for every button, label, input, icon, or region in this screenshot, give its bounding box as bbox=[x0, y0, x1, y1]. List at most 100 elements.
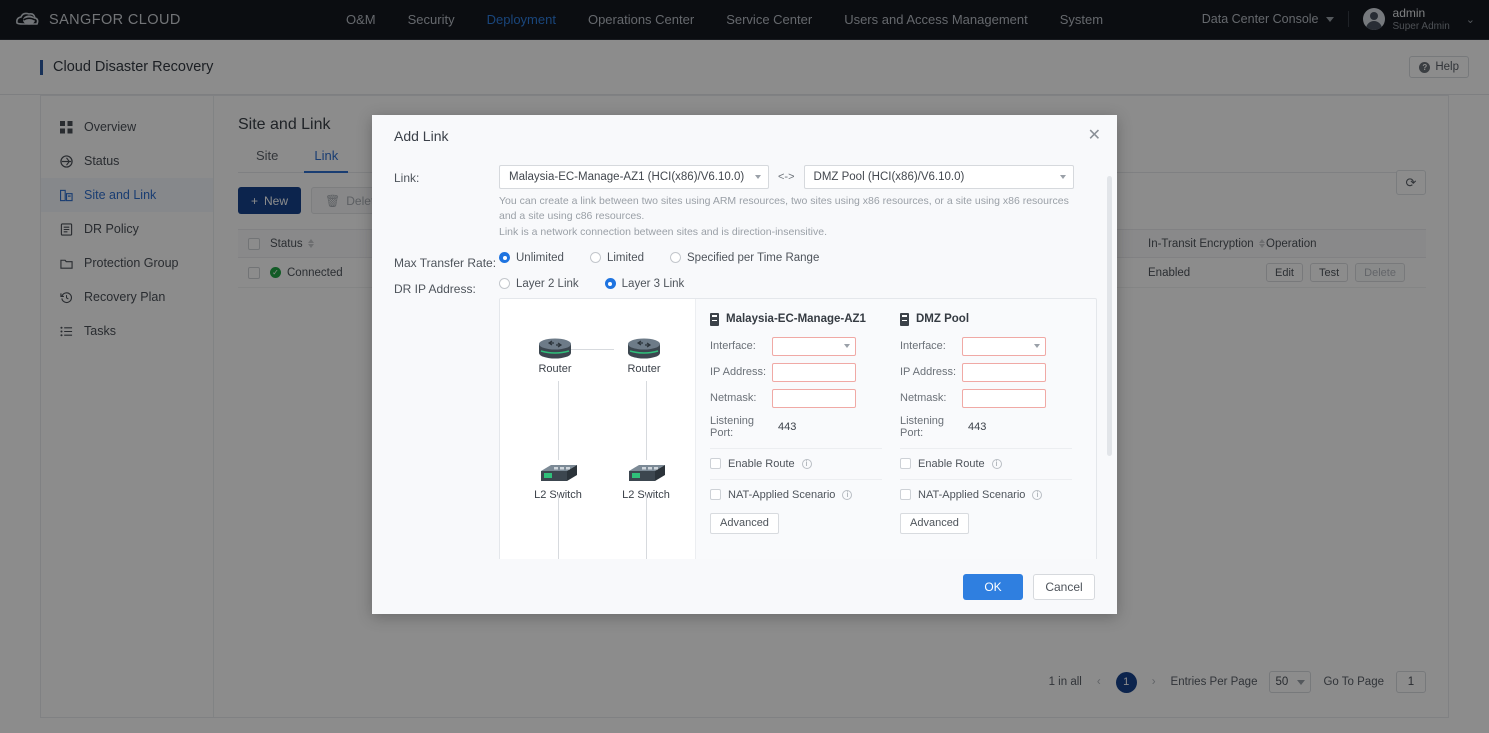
listening-port-value: 443 bbox=[968, 420, 987, 433]
router-icon bbox=[628, 338, 660, 359]
site-name: DMZ Pool bbox=[916, 313, 970, 326]
diagram-node-label: Router bbox=[627, 362, 661, 375]
radio-layer-3-link[interactable]: Layer 3 Link bbox=[604, 278, 684, 290]
dr-ip-address-control: Layer 2 Link Layer 3 Link Router Router … bbox=[499, 276, 1097, 559]
site-config-column-source: Malaysia-EC-Manage-AZ1 Interface: IP Add… bbox=[710, 312, 886, 559]
chevron-down-icon bbox=[755, 175, 761, 179]
listening-port-row: Listening Port: 443 bbox=[710, 415, 886, 439]
enable-route-checkbox[interactable] bbox=[710, 458, 721, 470]
vertical-link-left bbox=[558, 380, 559, 460]
listening-port-label: Listening Port: bbox=[710, 414, 755, 439]
radio-label: Layer 2 Link bbox=[516, 277, 579, 290]
radio-label: Limited bbox=[606, 251, 645, 264]
add-link-dialog: Add Link ✕ Link: Malaysia-EC-Manage-AZ1 … bbox=[372, 115, 1117, 614]
dialog-footer: OK Cancel bbox=[372, 559, 1117, 614]
max-transfer-rate-row: Max Transfer Rate: Unlimited Limited Spe… bbox=[394, 250, 1097, 270]
server-icon bbox=[710, 312, 719, 326]
radio-unlimited[interactable]: Unlimited bbox=[499, 252, 564, 264]
network-topology-diagram: Router Router L2 Switch L2 Switch bbox=[500, 298, 696, 559]
ip-address-input[interactable] bbox=[962, 362, 1046, 382]
listening-port-label: Listening Port: bbox=[900, 414, 945, 439]
dr-ip-address-row: DR IP Address: Layer 2 Link Layer 3 Link bbox=[394, 276, 1097, 559]
listening-port-value: 443 bbox=[778, 420, 797, 433]
interface-label: Interface: bbox=[900, 340, 946, 353]
server-icon bbox=[900, 312, 909, 326]
dialog-title: Add Link bbox=[394, 128, 449, 144]
vertical-link-left-bottom bbox=[558, 493, 559, 559]
radio-marker bbox=[670, 252, 682, 264]
ip-address-input[interactable] bbox=[772, 362, 856, 382]
link-config-panel: Router Router L2 Switch L2 Switch Malays… bbox=[499, 297, 1097, 559]
link-hint-line-2: Link is a network connection between sit… bbox=[499, 226, 828, 239]
switch-icon bbox=[629, 464, 665, 481]
link-field-label: Link: bbox=[394, 171, 420, 185]
vertical-link-right bbox=[646, 380, 647, 460]
enable-route-checkbox[interactable] bbox=[900, 458, 911, 470]
divider bbox=[900, 447, 1072, 449]
netmask-row: Netmask: bbox=[900, 388, 1076, 408]
interface-select[interactable] bbox=[772, 336, 856, 356]
max-transfer-rate-radios: Unlimited Limited Specified per Time Ran… bbox=[499, 250, 1097, 264]
dialog-body: Link: Malaysia-EC-Manage-AZ1 (HCI(x86)/V… bbox=[372, 157, 1117, 559]
divider bbox=[900, 478, 1072, 480]
divider bbox=[710, 447, 882, 449]
radio-limited[interactable]: Limited bbox=[589, 251, 645, 264]
source-site-value: Malaysia-EC-Manage-AZ1 (HCI(x86)/V6.10.0… bbox=[509, 171, 745, 183]
target-site-select[interactable]: DMZ Pool (HCI(x86)/V6.10.0) bbox=[803, 165, 1074, 189]
netmask-row: Netmask: bbox=[710, 388, 886, 408]
enable-route-label: Enable Route bbox=[918, 457, 985, 470]
advanced-button[interactable]: Advanced bbox=[900, 512, 969, 534]
radio-marker bbox=[499, 252, 510, 264]
bidirectional-icon: <-> bbox=[778, 171, 795, 183]
radio-marker bbox=[589, 252, 601, 264]
link-hint-line-1: You can create a link between two sites … bbox=[499, 195, 1069, 223]
site-name: Malaysia-EC-Manage-AZ1 bbox=[726, 313, 866, 326]
close-icon[interactable]: ✕ bbox=[1088, 128, 1101, 144]
max-transfer-rate-control: Unlimited Limited Specified per Time Ran… bbox=[499, 250, 1097, 264]
chevron-down-icon bbox=[844, 344, 850, 349]
interface-row: Interface: bbox=[900, 336, 1076, 356]
netmask-label: Netmask: bbox=[710, 392, 757, 405]
dr-ip-address-radios: Layer 2 Link Layer 3 Link bbox=[499, 276, 1097, 290]
nat-applied-scenario-checkbox[interactable] bbox=[900, 489, 911, 501]
ok-button[interactable]: OK bbox=[963, 573, 1023, 600]
radio-marker bbox=[499, 278, 510, 290]
netmask-input[interactable] bbox=[772, 388, 856, 408]
site-config-column-target: DMZ Pool Interface: IP Address: Netmask:… bbox=[900, 312, 1076, 559]
cancel-button[interactable]: Cancel bbox=[1033, 573, 1095, 600]
diagram-node-label: Router bbox=[538, 362, 572, 375]
info-icon[interactable]: i bbox=[1032, 489, 1043, 500]
max-transfer-rate-label: Max Transfer Rate: bbox=[394, 255, 497, 270]
enable-route-row[interactable]: Enable Route i bbox=[900, 458, 1076, 470]
radio-specified-per-time-range[interactable]: Specified per Time Range bbox=[670, 252, 819, 264]
nat-applied-scenario-row[interactable]: NAT-Applied Scenario i bbox=[710, 489, 886, 501]
diagram-node-router-left: Router bbox=[524, 336, 586, 375]
nat-applied-scenario-row[interactable]: NAT-Applied Scenario i bbox=[900, 489, 1076, 501]
dialog-scrollbar[interactable] bbox=[1107, 170, 1112, 559]
ip-address-label: IP Address: bbox=[900, 366, 957, 379]
info-icon[interactable]: i bbox=[842, 489, 853, 500]
radio-marker bbox=[604, 278, 616, 290]
info-icon[interactable]: i bbox=[801, 458, 812, 469]
ip-address-row: IP Address: bbox=[900, 362, 1076, 382]
interface-select[interactable] bbox=[962, 336, 1046, 356]
info-icon[interactable]: i bbox=[991, 458, 1002, 469]
netmask-label: Netmask: bbox=[900, 392, 947, 405]
interface-label: Interface: bbox=[710, 340, 756, 353]
nat-applied-scenario-checkbox[interactable] bbox=[710, 489, 721, 501]
dialog-header: Add Link ✕ bbox=[372, 115, 1117, 157]
netmask-input[interactable] bbox=[962, 388, 1046, 408]
dialog-scroll-content: Link: Malaysia-EC-Manage-AZ1 (HCI(x86)/V… bbox=[372, 157, 1117, 559]
enable-route-label: Enable Route bbox=[728, 457, 795, 470]
listening-port-row: Listening Port: 443 bbox=[900, 415, 1076, 439]
source-site-select[interactable]: Malaysia-EC-Manage-AZ1 (HCI(x86)/V6.10.0… bbox=[499, 165, 769, 189]
advanced-button[interactable]: Advanced bbox=[710, 512, 779, 534]
nat-applied-scenario-label: NAT-Applied Scenario bbox=[728, 488, 836, 501]
scrollbar-thumb[interactable] bbox=[1107, 176, 1112, 456]
ip-address-label: IP Address: bbox=[710, 366, 767, 379]
enable-route-row[interactable]: Enable Route i bbox=[710, 458, 886, 470]
target-site-value: DMZ Pool (HCI(x86)/V6.10.0) bbox=[813, 171, 965, 183]
vertical-link-right-bottom bbox=[646, 493, 647, 559]
radio-layer-2-link[interactable]: Layer 2 Link bbox=[499, 278, 579, 290]
link-field-control: Malaysia-EC-Manage-AZ1 (HCI(x86)/V6.10.0… bbox=[499, 165, 1097, 241]
